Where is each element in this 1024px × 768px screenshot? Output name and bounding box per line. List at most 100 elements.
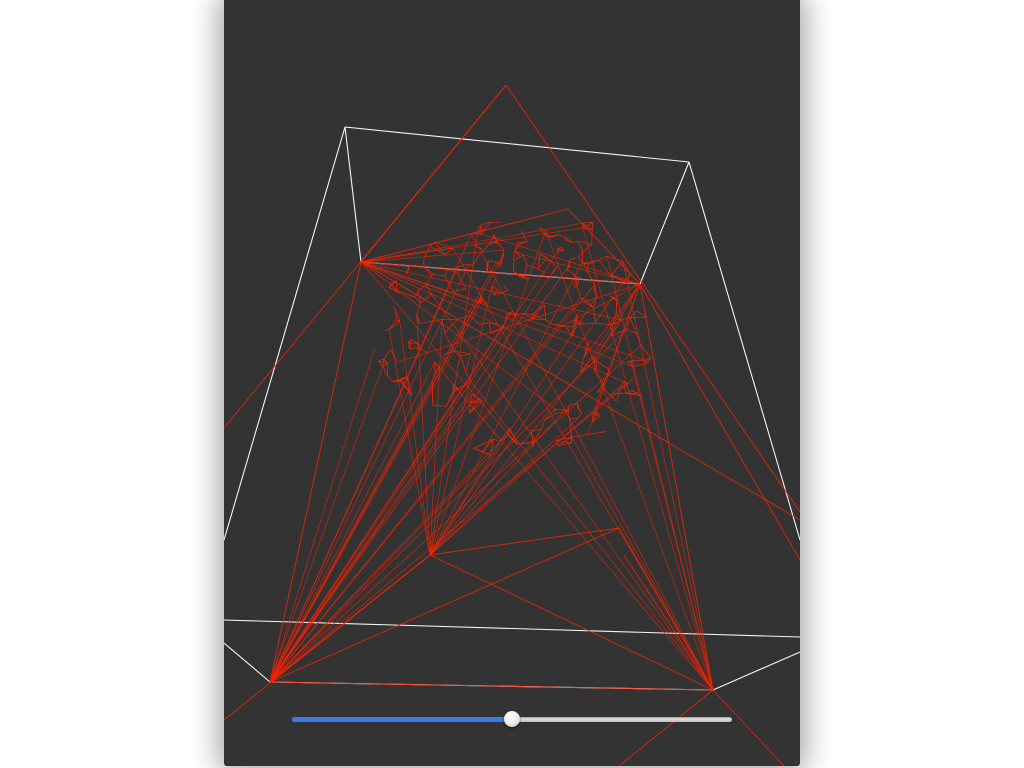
mesh-edge (444, 270, 448, 277)
mesh-edge (385, 329, 390, 331)
mesh-edge (409, 347, 419, 349)
outer-construction-lines (224, 84, 800, 766)
page (0, 0, 1024, 768)
mesh-edge (587, 431, 607, 435)
mesh-edge (594, 361, 596, 373)
wireframe-viewport[interactable] (224, 0, 800, 766)
mesh-edge (587, 271, 596, 285)
mesh-edge (488, 260, 497, 263)
mesh-fan-edge (571, 436, 714, 691)
mesh-edge (479, 322, 490, 325)
mesh-fan-edge (269, 252, 558, 683)
mesh-edge (500, 290, 508, 294)
mesh-fan-edge (452, 247, 714, 691)
mesh-fan-edge (269, 272, 554, 683)
construction-line (623, 554, 714, 691)
mesh-edge (491, 221, 500, 224)
mesh-edge (578, 251, 583, 258)
construction-line (269, 527, 620, 683)
mesh-fan-edge (269, 261, 497, 683)
mesh-fan-edge (429, 231, 479, 556)
mesh-edge (503, 284, 508, 291)
mesh-edge (565, 237, 573, 243)
mesh-edge (386, 375, 394, 382)
mesh-edge (433, 273, 445, 277)
construction-line (360, 208, 569, 263)
mesh-edge (606, 255, 623, 262)
mesh-edge (503, 314, 508, 327)
mesh-edge (473, 438, 494, 449)
mesh-edge (513, 256, 521, 261)
mesh-edge (578, 240, 592, 245)
viewer-panel (224, 0, 800, 766)
mesh-edge (531, 304, 545, 315)
mesh-edge (591, 222, 594, 230)
mesh-edge (458, 273, 461, 279)
slider-fill (292, 717, 512, 722)
mesh-edge (571, 434, 588, 438)
mesh-edge (615, 393, 620, 402)
mesh-edge (423, 259, 425, 268)
mesh-fan-edge (429, 404, 571, 556)
frame-edge (688, 161, 800, 541)
mesh-edge (582, 244, 593, 253)
mesh-edge (538, 253, 540, 269)
construction-line (639, 283, 800, 561)
mesh-fan-edge (269, 233, 472, 683)
frame-edge (224, 642, 271, 683)
mesh-edge (500, 244, 505, 251)
mesh-edge (378, 358, 384, 362)
mesh-fan-edge (622, 261, 714, 691)
frame-edge (224, 619, 800, 638)
mesh-fan-edge (470, 380, 714, 691)
mesh-edge (569, 417, 578, 420)
mesh-wireframe (269, 221, 714, 691)
mesh-edge (465, 353, 471, 373)
mesh-edge (514, 250, 524, 256)
mesh-edge (431, 273, 435, 276)
mesh-edge (407, 342, 410, 349)
mesh-edge (493, 438, 501, 442)
mesh-edge (640, 345, 652, 359)
mesh-edge (577, 412, 582, 419)
frame-edge (344, 126, 690, 163)
mesh-edge (386, 363, 389, 376)
mesh-edge (609, 393, 620, 395)
mesh-edge (460, 353, 471, 357)
construction-line (360, 84, 507, 263)
construction-line (429, 527, 620, 556)
progress-slider[interactable] (292, 710, 732, 730)
slider-thumb[interactable] (504, 711, 520, 727)
mesh-edge (432, 404, 447, 407)
frame-edge (639, 161, 690, 285)
mesh-edge (599, 255, 607, 261)
frame-edge (224, 126, 346, 541)
mesh-fan-edge (429, 230, 547, 556)
mesh-fan-edge (269, 440, 501, 683)
mesh-fan-edge (429, 273, 631, 556)
mesh-edge (567, 269, 574, 275)
mesh-edge (543, 304, 547, 320)
bounding-frame-wireframe (224, 126, 800, 691)
mesh-edge (419, 318, 443, 325)
mesh-edge (477, 225, 481, 232)
mesh-edge (627, 378, 634, 385)
mesh-edge (565, 325, 574, 328)
mesh-edge (441, 319, 445, 334)
frame-edge (712, 651, 800, 691)
mesh-edge (593, 307, 597, 324)
mesh-edge (382, 365, 388, 376)
mesh-fan-edge (632, 366, 714, 691)
mesh-edge (558, 234, 566, 238)
mesh-edge (572, 240, 579, 243)
mesh-fan-edge (269, 362, 435, 683)
mesh-edge (541, 419, 545, 430)
mesh-edge (577, 407, 582, 413)
mesh-edge (423, 245, 431, 260)
mesh-fan-edge (269, 348, 375, 683)
mesh-edge (632, 363, 647, 367)
mesh-edge (597, 361, 610, 371)
mesh-edge (453, 287, 467, 293)
mesh-edge (383, 349, 392, 360)
frame-edge (344, 126, 362, 263)
